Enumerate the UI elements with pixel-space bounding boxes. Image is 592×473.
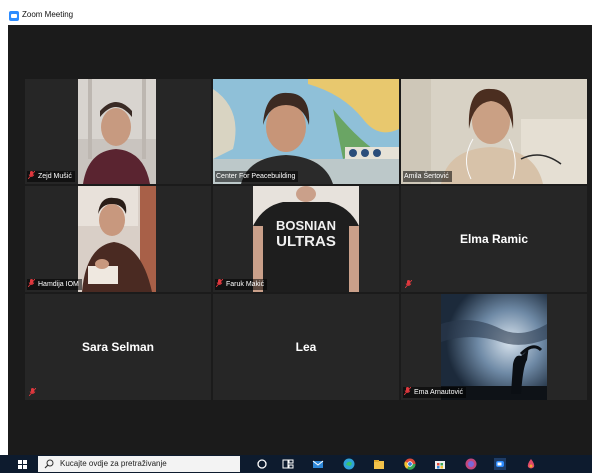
mic-off-icon: [29, 388, 36, 396]
participant-name-label: Ema Arnautović: [403, 387, 467, 398]
participant-video: [78, 79, 156, 184]
mic-off-icon: [404, 387, 411, 395]
participant-name-label: Zejd Mušić: [27, 171, 75, 182]
search-icon: [44, 459, 54, 469]
participant-video: [78, 186, 156, 292]
participant-name-label: Hamdija IOM: [27, 279, 82, 290]
participant-video: [441, 294, 547, 400]
participant-tile[interactable]: Ema Arnautović: [401, 294, 587, 400]
shirt-text-line2: ULTRAS: [276, 233, 336, 250]
mail-icon[interactable]: [312, 458, 324, 470]
participant-name-label: Center For Peacebuilding: [215, 171, 299, 182]
participant-name-center: Elma Ramic: [459, 232, 529, 246]
paint-icon[interactable]: [525, 458, 537, 470]
taskbar-search-box[interactable]: Kucajte ovdje za pretraživanje: [38, 456, 240, 472]
mic-off-icon: [28, 279, 35, 287]
participant-tile[interactable]: Elma Ramic: [401, 186, 587, 292]
participant-name-label: Faruk Makić: [215, 279, 268, 290]
participant-name-label: Amila Šertović: [403, 171, 452, 182]
participant-name-center: Lea: [295, 340, 317, 354]
participant-video: [401, 79, 587, 184]
edge-icon[interactable]: [343, 458, 355, 470]
participant-video: BOSNIAN ULTRAS: [253, 186, 359, 292]
participant-tile[interactable]: Center For Peacebuilding: [213, 79, 399, 184]
cortana-icon[interactable]: [256, 458, 268, 470]
task-view-icon[interactable]: [282, 458, 294, 470]
chrome-icon[interactable]: [404, 458, 416, 470]
participant-tile[interactable]: Hamdija IOM: [25, 186, 211, 292]
participant-tile[interactable]: Sara Selman: [25, 294, 211, 400]
windows-taskbar: Kucajte ovdje za pretraživanje: [0, 455, 592, 473]
store-icon[interactable]: [434, 458, 446, 470]
participant-tile[interactable]: Lea: [213, 294, 399, 400]
teams-icon[interactable]: [465, 458, 477, 470]
participant-name-center: Sara Selman: [81, 340, 155, 354]
mic-off-icon: [405, 280, 412, 288]
window-title: Zoom Meeting: [22, 10, 74, 19]
shirt-text-line1: BOSNIAN: [276, 218, 336, 233]
file-explorer-icon[interactable]: [373, 458, 385, 470]
title-bar: Zoom Meeting: [0, 0, 592, 25]
windows-start-icon[interactable]: [18, 460, 27, 469]
zoom-taskbar-icon[interactable]: [494, 458, 506, 470]
zoom-app-icon: [9, 11, 19, 21]
participant-tile-active-speaker[interactable]: Amila Šertović: [401, 79, 587, 184]
participant-tile[interactable]: Zejd Mušić: [25, 79, 211, 184]
participant-tile[interactable]: BOSNIAN ULTRAS Faruk Makić: [213, 186, 399, 292]
search-placeholder: Kucajte ovdje za pretraživanje: [60, 459, 167, 468]
gallery-view: Zejd Mušić Center For Peacebuilding Amil…: [8, 25, 592, 455]
mic-off-icon: [28, 171, 35, 179]
mic-off-icon: [216, 279, 223, 287]
participant-video: [213, 79, 399, 184]
